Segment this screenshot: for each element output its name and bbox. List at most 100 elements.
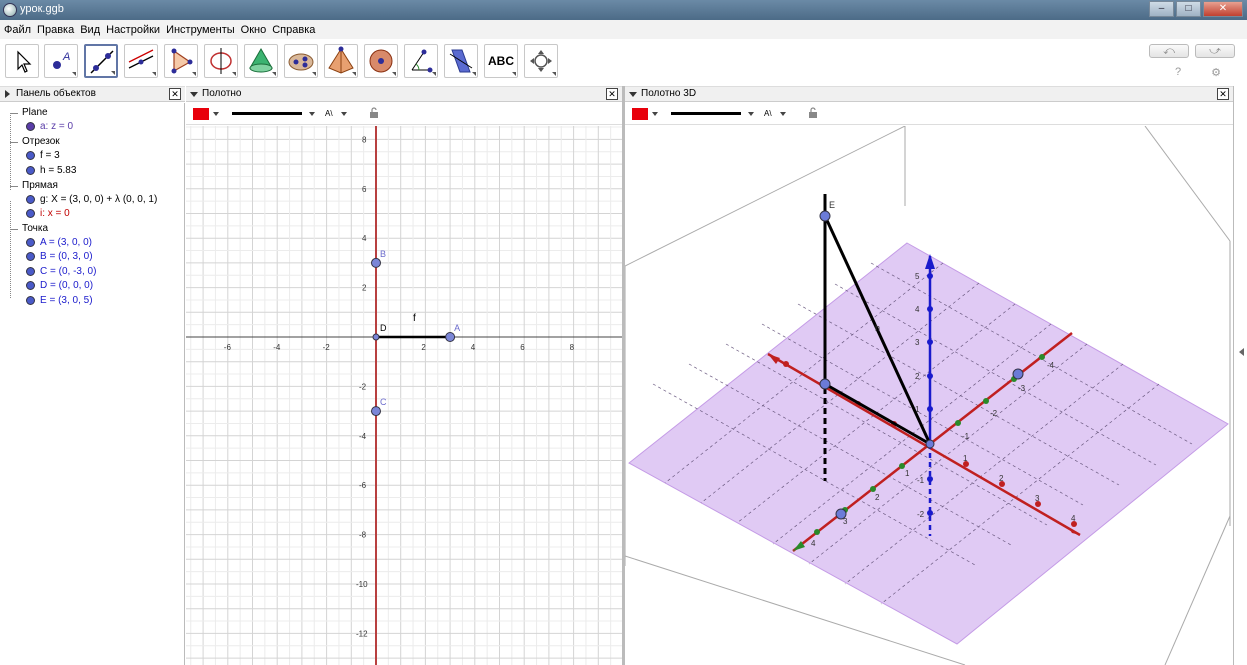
line-style-selector[interactable] <box>671 112 741 115</box>
line-style-selector[interactable] <box>232 112 302 115</box>
menu-file[interactable]: Файл <box>4 24 31 36</box>
help-icon[interactable]: ? <box>1175 66 1181 79</box>
chevron-down-icon[interactable] <box>748 112 754 116</box>
lock-icon[interactable] <box>808 107 818 119</box>
plane-tool-button[interactable] <box>244 44 278 78</box>
text-tool-button[interactable]: ABC <box>484 44 518 78</box>
tool-menu-arrow-icon <box>312 72 316 76</box>
gear-icon[interactable]: ⚙ <box>1211 66 1221 79</box>
point-C[interactable] <box>371 406 381 417</box>
panel-collapse-icon[interactable] <box>5 90 10 98</box>
object-definition: h = 5.83 <box>40 165 77 176</box>
visibility-toggle-icon[interactable] <box>26 151 35 160</box>
angle-tool-button[interactable] <box>404 44 438 78</box>
tree-connector <box>10 201 11 298</box>
menu-settings[interactable]: Настройки <box>106 24 160 36</box>
label-style-button[interactable]: A\ <box>764 109 772 118</box>
move-tool-button[interactable] <box>5 44 39 78</box>
intersect-tool-button[interactable] <box>284 44 318 78</box>
x-tick-label: 4 <box>471 343 476 352</box>
svg-text:4: 4 <box>1071 514 1076 523</box>
point-B-3d[interactable] <box>835 508 847 520</box>
point-D[interactable] <box>372 333 380 341</box>
visibility-toggle-icon[interactable] <box>26 122 35 131</box>
minimize-button[interactable]: – <box>1149 1 1174 17</box>
object-definition: g: X = (3, 0, 0) + λ (0, 0, 1) <box>40 194 158 205</box>
object-definition: i: x = 0 <box>40 208 70 219</box>
menu-tools[interactable]: Инструменты <box>166 24 235 36</box>
svg-text:2: 2 <box>875 493 880 502</box>
maximize-button[interactable]: □ <box>1176 1 1201 17</box>
svg-text:4: 4 <box>915 305 920 314</box>
menu-window[interactable]: Окно <box>241 24 267 36</box>
x-tick-label: 2 <box>421 343 426 352</box>
undo-redo-group: ⤺ ⤻ <box>1149 44 1235 58</box>
reflect-plane-tool-button[interactable] <box>444 44 478 78</box>
close-window-button[interactable]: ✕ <box>1203 1 1243 17</box>
visibility-toggle-icon[interactable] <box>26 195 35 204</box>
visibility-toggle-icon[interactable] <box>26 267 35 276</box>
segment-f-label: f <box>413 313 416 324</box>
text-tool-icon: ABC <box>488 54 514 68</box>
point-B[interactable] <box>371 257 381 268</box>
tree-stem <box>10 186 18 187</box>
y-tick-label: 2 <box>362 284 367 293</box>
object-definition: D = (0, 0, 0) <box>40 280 94 291</box>
point-A-3d[interactable] <box>819 378 831 390</box>
svg-text:-1: -1 <box>962 432 970 441</box>
visibility-toggle-icon[interactable] <box>26 252 35 261</box>
line-tool-button[interactable] <box>84 44 118 78</box>
chevron-down-icon[interactable] <box>652 112 658 116</box>
panel-menu-icon[interactable] <box>629 92 637 97</box>
chevron-down-icon[interactable] <box>780 112 786 116</box>
graphics-view-3d[interactable]: 5 4 3 2 1 -1 -2 1 2 3 4 1 2 3 4 -1 -2 -3… <box>625 126 1233 665</box>
circle-axis-tool-button[interactable] <box>204 44 238 78</box>
point-A[interactable] <box>445 332 456 342</box>
perpendicular-line-tool-button[interactable] <box>124 44 158 78</box>
rotate-view-tool-button[interactable] <box>524 44 558 78</box>
close-graphics3d-button[interactable]: ✕ <box>1217 88 1229 100</box>
close-algebra-button[interactable]: ✕ <box>169 88 181 100</box>
geogebra-app-icon <box>3 3 17 17</box>
point-E-3d[interactable] <box>819 210 831 222</box>
algebra-view: Plane a: z = 0 Отрезок f = 3 h = 5.83 Пр… <box>0 103 185 665</box>
menu-edit[interactable]: Правка <box>37 24 74 36</box>
visibility-toggle-icon[interactable] <box>26 209 35 218</box>
point-tool-button[interactable]: A <box>44 44 78 78</box>
sphere-tool-button[interactable] <box>364 44 398 78</box>
chevron-down-icon[interactable] <box>213 112 219 116</box>
svg-text:2: 2 <box>999 474 1004 483</box>
pyramid-tool-button[interactable] <box>324 44 358 78</box>
object-definition: a: z = 0 <box>40 121 74 132</box>
visibility-toggle-icon[interactable] <box>26 166 35 175</box>
redo-button[interactable]: ⤻ <box>1195 44 1235 58</box>
tree-stem <box>10 142 18 143</box>
point-C-3d[interactable] <box>1012 368 1024 380</box>
point-D-3d[interactable] <box>925 439 935 449</box>
tool-menu-arrow-icon <box>552 72 556 76</box>
menu-help[interactable]: Справка <box>272 24 315 36</box>
expand-panel-arrow-icon[interactable] <box>1239 348 1244 356</box>
polygon-tool-button[interactable] <box>164 44 198 78</box>
panel-menu-icon[interactable] <box>190 92 198 97</box>
svg-text:3: 3 <box>915 338 920 347</box>
color-swatch[interactable] <box>193 108 209 120</box>
window-controls: – □ ✕ <box>1149 1 1243 17</box>
label-style-button[interactable]: A\ <box>325 109 333 118</box>
visibility-toggle-icon[interactable] <box>26 296 35 305</box>
algebra-panel-title: Панель объектов <box>16 88 96 99</box>
undo-button[interactable]: ⤺ <box>1149 44 1189 58</box>
graphics3d-panel-header: Полотно 3D ✕ <box>625 86 1233 102</box>
chevron-down-icon[interactable] <box>309 112 315 116</box>
graphics-view-2d[interactable]: -6 -4 -2 2 4 6 8 8 6 4 2 -2 -4 -6 -8 -10 -12 f A B C D <box>186 126 622 665</box>
chevron-down-icon[interactable] <box>341 112 347 116</box>
menu-view[interactable]: Вид <box>80 24 100 36</box>
close-graphics-button[interactable]: ✕ <box>606 88 618 100</box>
lock-icon[interactable] <box>369 107 379 119</box>
visibility-toggle-icon[interactable] <box>26 238 35 247</box>
object-definition: B = (0, 3, 0) <box>40 251 93 262</box>
color-swatch[interactable] <box>632 108 648 120</box>
visibility-toggle-icon[interactable] <box>26 281 35 290</box>
category-label: Отрезок <box>22 136 60 147</box>
svg-text:4: 4 <box>811 539 816 548</box>
